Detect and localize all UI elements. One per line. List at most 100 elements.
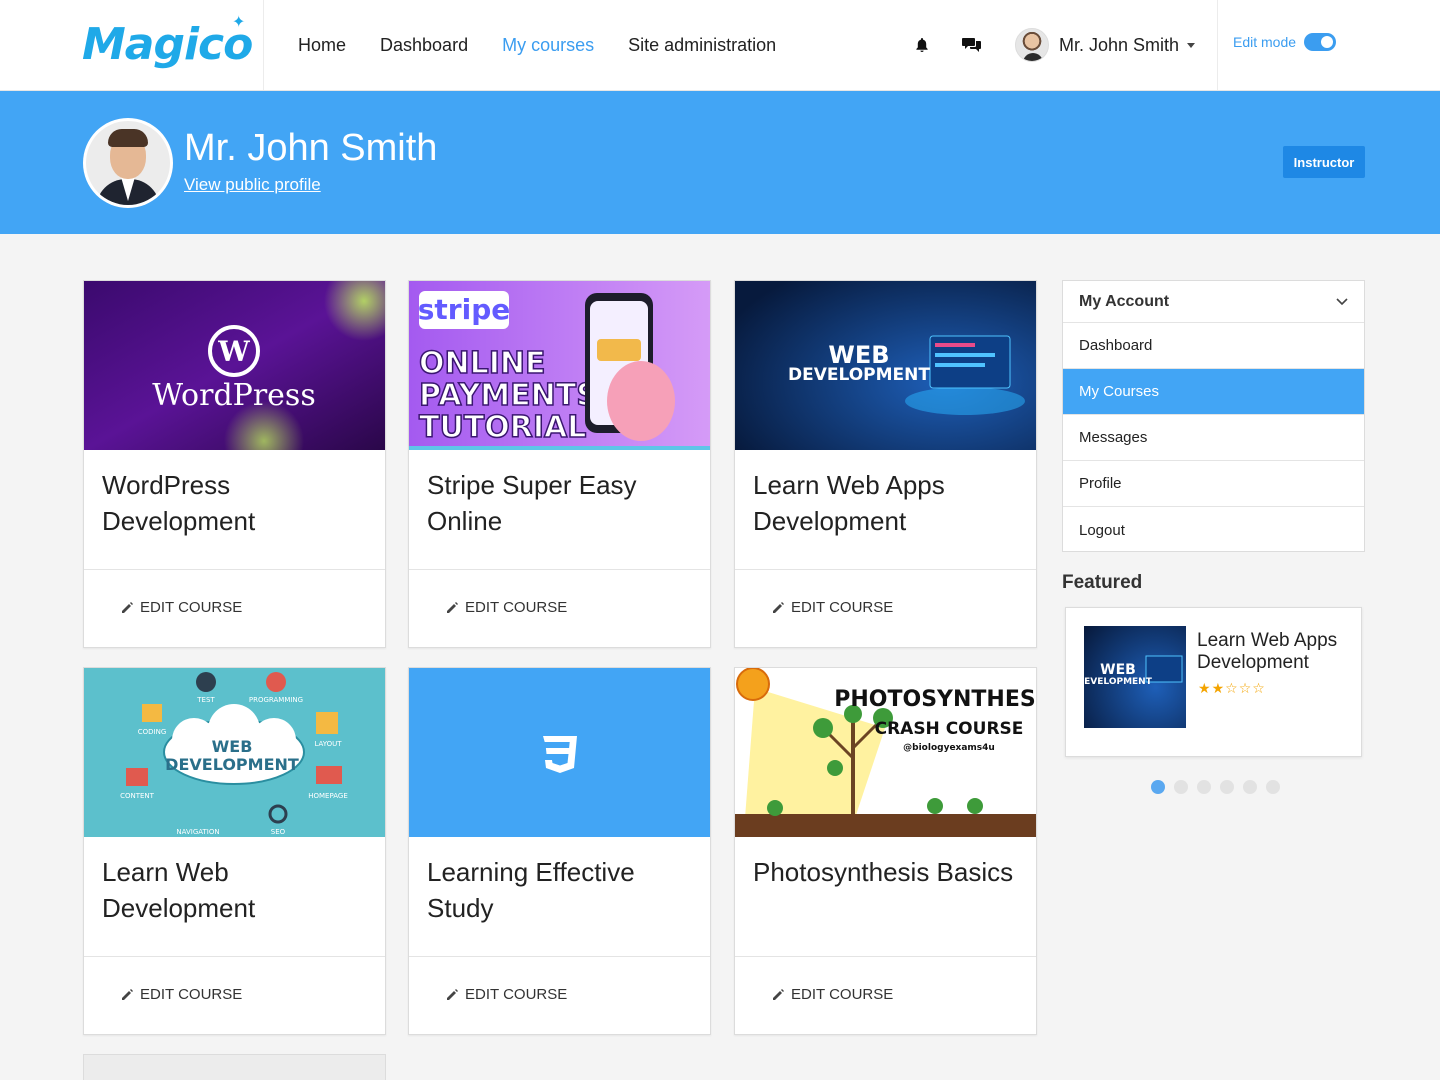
svg-text:WEB: WEB: [1100, 662, 1136, 678]
my-account-header[interactable]: My Account: [1063, 281, 1364, 323]
course-image: stripe ONLINE PAYMENTS TUTORIAL: [409, 281, 710, 450]
rating-stars: ★★☆☆☆: [1198, 680, 1266, 697]
carousel-dot[interactable]: [1243, 780, 1257, 794]
account-item-logout[interactable]: Logout: [1063, 507, 1364, 553]
chevron-down-icon: [1336, 297, 1348, 305]
edit-mode-label: Edit mode: [1233, 34, 1297, 50]
brand-logo[interactable]: Magico ✦: [82, 12, 253, 76]
edit-course-button[interactable]: EDIT COURSE: [120, 986, 242, 1003]
edit-mode-toggle[interactable]: [1304, 33, 1337, 51]
pencil-icon: [447, 601, 458, 613]
course-card[interactable]: WEB DEVELOPMENT TEST PROGRAMMING CODING …: [83, 667, 386, 1035]
svg-text:CONTENT: CONTENT: [120, 792, 155, 800]
course-title[interactable]: Learn Web Apps Development: [753, 467, 1023, 539]
course-title[interactable]: Learning Effective Study: [427, 854, 697, 926]
course-image: WEB DEVELOPMENT: [735, 281, 1036, 450]
edit-course-button[interactable]: EDIT COURSE: [771, 599, 893, 616]
star-empty-icon: ☆: [1238, 680, 1253, 696]
edit-course-label: EDIT COURSE: [465, 986, 568, 1003]
course-title[interactable]: Stripe Super Easy Online: [427, 467, 697, 539]
carousel-dot[interactable]: [1197, 780, 1211, 794]
carousel-dot[interactable]: [1220, 780, 1234, 794]
edit-course-label: EDIT COURSE: [140, 986, 243, 1003]
css3-icon: [543, 736, 577, 773]
svg-text:TUTORIAL: TUTORIAL: [419, 410, 586, 445]
pencil-icon: [773, 988, 784, 1000]
svg-text:SEO: SEO: [271, 828, 286, 836]
star-filled-icon: ★: [1198, 680, 1212, 696]
course-title[interactable]: Learn Web Development: [102, 854, 372, 926]
account-item-my-courses[interactable]: My Courses: [1063, 369, 1364, 415]
edit-course-label: EDIT COURSE: [465, 599, 568, 616]
svg-text:DEVELOPMENT: DEVELOPMENT: [165, 755, 299, 774]
star-filled-icon: ★: [1211, 680, 1226, 696]
svg-text:EVELOPMENT: EVELOPMENT: [1084, 677, 1153, 687]
nav-dashboard[interactable]: Dashboard: [380, 35, 468, 56]
view-public-profile-link[interactable]: View public profile: [184, 175, 321, 195]
course-card[interactable]: Learning Effective Study EDIT COURSE: [408, 667, 711, 1035]
primary-nav: Home Dashboard My courses Site administr…: [298, 0, 776, 90]
featured-course-title[interactable]: Learn Web Apps Development: [1197, 630, 1357, 674]
course-image-text: PHOTOSYNTHESIS: [834, 687, 1036, 712]
edit-mode-control: Edit mode: [1233, 33, 1337, 51]
svg-text:LAYOUT: LAYOUT: [314, 740, 342, 748]
edit-course-label: EDIT COURSE: [791, 986, 894, 1003]
svg-text:ONLINE: ONLINE: [419, 346, 546, 381]
profile-banner: Mr. John Smith View public profile Instr…: [0, 91, 1440, 234]
user-menu[interactable]: Mr. John Smith: [1015, 27, 1196, 63]
course-image: WEB DEVELOPMENT TEST PROGRAMMING CODING …: [84, 668, 385, 837]
nav-site-administration[interactable]: Site administration: [628, 35, 776, 56]
carousel-dot[interactable]: [1151, 780, 1165, 794]
course-card[interactable]: stripe ONLINE PAYMENTS TUTORIAL Stripe S…: [408, 280, 711, 648]
featured-course-card[interactable]: WEB EVELOPMENT Learn Web Apps Developmen…: [1065, 607, 1362, 757]
course-image-text: WordPress: [152, 378, 315, 413]
carousel-dot[interactable]: [1174, 780, 1188, 794]
carousel-dot[interactable]: [1266, 780, 1280, 794]
course-card[interactable]: W WordPress WordPress Development EDIT C…: [83, 280, 386, 648]
featured-course-thumbnail[interactable]: WEB EVELOPMENT: [1084, 626, 1186, 728]
course-image-subtext: CRASH COURSE: [875, 719, 1024, 739]
course-title[interactable]: WordPress Development: [102, 467, 372, 539]
pencil-icon: [122, 601, 133, 613]
course-image: [409, 668, 710, 837]
role-badge: Instructor: [1283, 146, 1365, 178]
svg-text:HOMEPAGE: HOMEPAGE: [308, 792, 348, 800]
nav-divider: [263, 0, 264, 90]
carousel-dots: [1151, 780, 1280, 794]
edit-course-button[interactable]: EDIT COURSE: [120, 599, 242, 616]
profile-avatar: [83, 118, 173, 208]
svg-text:PROGRAMMING: PROGRAMMING: [249, 696, 303, 704]
star-empty-icon: ☆: [1252, 680, 1266, 696]
avatar: [1015, 28, 1049, 62]
profile-name: Mr. John Smith: [184, 127, 438, 169]
account-item-dashboard[interactable]: Dashboard: [1063, 323, 1364, 369]
svg-text:NAVIGATION: NAVIGATION: [176, 828, 219, 836]
bell-icon[interactable]: [911, 34, 933, 56]
pencil-icon: [773, 601, 784, 613]
course-image-handle: @biologyexams4u: [903, 743, 995, 753]
edit-course-button[interactable]: EDIT COURSE: [445, 599, 567, 616]
my-account-title: My Account: [1079, 292, 1170, 310]
pencil-icon: [447, 988, 458, 1000]
course-image-brand: stripe: [418, 293, 511, 326]
course-card[interactable]: WEB DEVELOPMENT Learn Web Apps Developme…: [734, 280, 1037, 648]
my-account-panel: My Account Dashboard My Courses Messages…: [1062, 280, 1365, 552]
nav-divider: [1217, 0, 1218, 90]
svg-text:W: W: [217, 335, 250, 368]
account-item-profile[interactable]: Profile: [1063, 461, 1364, 507]
caret-down-icon: [1187, 42, 1196, 48]
course-title[interactable]: Photosynthesis Basics: [753, 854, 1023, 890]
edit-course-button[interactable]: EDIT COURSE: [445, 986, 567, 1003]
nav-home[interactable]: Home: [298, 35, 346, 56]
brand-name: Magico: [82, 18, 253, 70]
chat-icon[interactable]: [961, 34, 983, 56]
account-item-messages[interactable]: Messages: [1063, 415, 1364, 461]
edit-course-button[interactable]: EDIT COURSE: [771, 986, 893, 1003]
svg-text:TEST: TEST: [196, 696, 215, 704]
edit-course-label: EDIT COURSE: [791, 599, 894, 616]
edit-course-label: EDIT COURSE: [140, 599, 243, 616]
course-card[interactable]: PHOTOSYNTHESIS CRASH COURSE @biologyexam…: [734, 667, 1037, 1035]
star-empty-icon: ☆: [1225, 680, 1239, 696]
svg-text:WEB: WEB: [212, 737, 253, 756]
nav-my-courses[interactable]: My courses: [502, 35, 594, 56]
